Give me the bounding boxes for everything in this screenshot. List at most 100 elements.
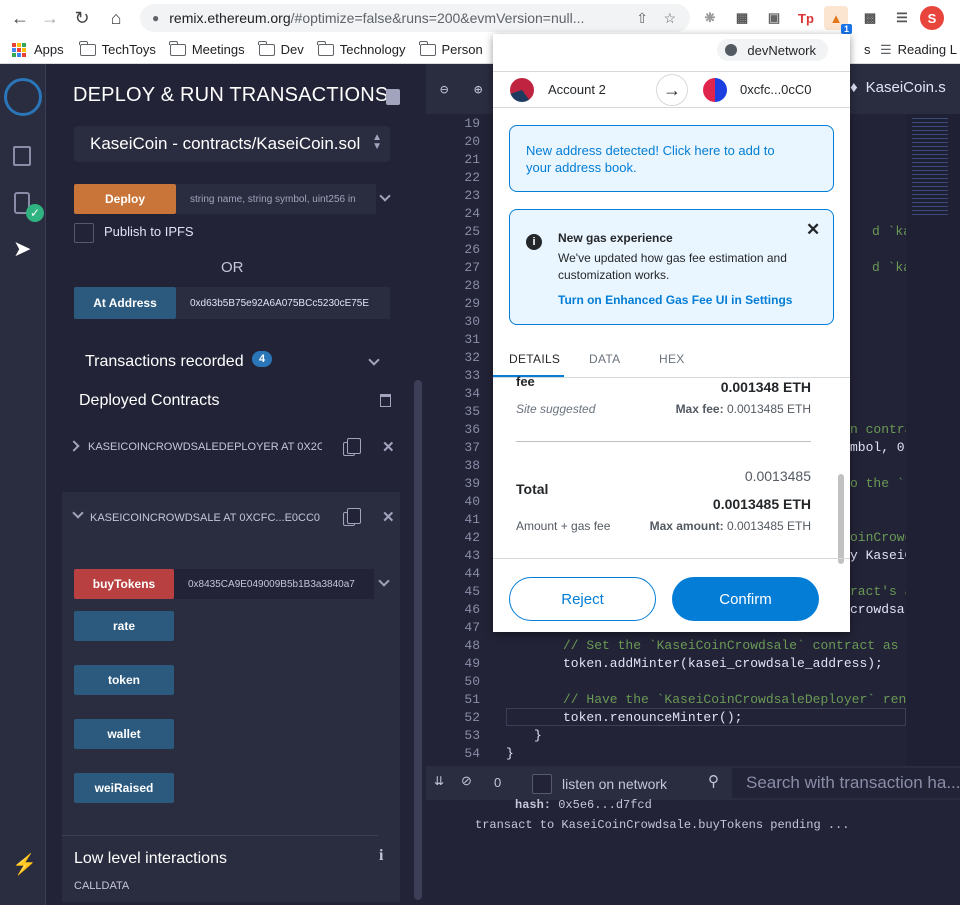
- bookmark-meetings[interactable]: Meetings: [169, 40, 245, 57]
- rate-button[interactable]: rate: [74, 611, 174, 641]
- token-button[interactable]: token: [74, 665, 174, 695]
- chevron-right-icon[interactable]: [68, 440, 80, 452]
- search-icon: ⚲: [708, 773, 719, 790]
- close-icon[interactable]: ✕: [806, 220, 820, 240]
- metamask-fox-icon[interactable]: ▲ 1: [824, 6, 852, 34]
- line-number: 20: [464, 134, 480, 149]
- profile-avatar[interactable]: S: [920, 6, 944, 30]
- sidebar-scrollbar[interactable]: [414, 380, 422, 900]
- tab-details[interactable]: DETAILS: [509, 352, 560, 366]
- url-host: remix.ethereum.org: [169, 10, 291, 26]
- account-transfer-row: Account 2 → 0xcfc...0cC0: [493, 71, 850, 108]
- max-fee-row: Max fee: 0.0013485 ETH: [675, 402, 811, 416]
- line-number: 28: [464, 278, 480, 293]
- line-number: 36: [464, 422, 480, 437]
- info-icon[interactable]: i: [379, 847, 383, 865]
- minimap-content: [912, 118, 948, 218]
- details-scrollbar[interactable]: [838, 474, 844, 564]
- extension-icon-3[interactable]: ▣: [762, 6, 786, 30]
- network-selector[interactable]: devNetwork: [717, 39, 828, 61]
- buytokens-button[interactable]: buyTokens: [74, 569, 174, 599]
- at-address-input[interactable]: 0xd63b5B75e92A6A075BCc5230cE75E: [176, 287, 390, 319]
- plugin-manager-icon[interactable]: ⚡: [12, 852, 37, 877]
- remix-icon-bar: ✓ ➤ ⚡: [0, 64, 46, 905]
- zoom-out-icon[interactable]: ⊖: [440, 82, 448, 99]
- chevron-down-icon[interactable]: [379, 190, 391, 202]
- gas-notice-body: We've updated how gas fee estimation and…: [558, 251, 787, 282]
- line-number: 38: [464, 458, 480, 473]
- home-icon[interactable]: ⌂: [102, 4, 130, 32]
- weiraised-button[interactable]: weiRaised: [74, 773, 174, 803]
- from-account-name[interactable]: Account 2: [548, 82, 606, 97]
- copy-icon[interactable]: [343, 438, 361, 456]
- chevron-down-icon[interactable]: [368, 354, 380, 366]
- file-explorer-icon[interactable]: [13, 146, 31, 166]
- to-address[interactable]: 0xcfc...0cC0: [740, 82, 812, 97]
- docs-icon[interactable]: [386, 89, 400, 105]
- line-number: 34: [464, 386, 480, 401]
- back-icon[interactable]: ←: [6, 4, 34, 32]
- line-number: 32: [464, 350, 480, 365]
- clear-console-icon[interactable]: ⊘: [461, 773, 472, 789]
- deploy-run-icon[interactable]: ➤: [13, 236, 31, 262]
- confirm-button[interactable]: Confirm: [672, 577, 819, 621]
- bookmark-technology[interactable]: Technology: [317, 40, 406, 57]
- line-number: 39: [464, 476, 480, 491]
- line-number: 46: [464, 602, 480, 617]
- deploy-params-input[interactable]: string name, string symbol, uint256 in: [176, 184, 376, 214]
- listen-network-checkbox[interactable]: [532, 774, 552, 794]
- reload-icon[interactable]: ↻: [68, 4, 96, 32]
- pending-message: transact to KaseiCoinCrowdsale.buyTokens…: [475, 818, 850, 832]
- chevron-down-icon[interactable]: [72, 507, 84, 519]
- editor-tab[interactable]: ♦ KaseiCoin.s: [850, 79, 946, 96]
- code-fragment: mbol, 0): [850, 440, 913, 455]
- close-icon[interactable]: ✕: [382, 438, 395, 456]
- media-icon[interactable]: ☰: [890, 6, 914, 30]
- fee-label: fee: [516, 374, 535, 389]
- trash-icon[interactable]: [380, 394, 391, 407]
- deployed-contract-deployer[interactable]: KASEICOINCROWDSALEDEPLOYER AT 0X2CF: [88, 441, 322, 453]
- folder-icon: [317, 40, 334, 56]
- bookmark-partial[interactable]: s: [864, 42, 871, 57]
- reject-button[interactable]: Reject: [509, 577, 656, 621]
- at-address-button[interactable]: At Address: [74, 287, 176, 319]
- deploy-button[interactable]: Deploy: [74, 184, 176, 214]
- code-line-54: }: [506, 746, 514, 761]
- bookmark-techtoys[interactable]: TechToys: [79, 40, 156, 57]
- tab-data[interactable]: DATA: [589, 352, 620, 366]
- tx-tabs: DETAILS DATA HEX: [493, 344, 850, 378]
- star-icon[interactable]: ☆: [663, 10, 676, 27]
- bookmark-apps[interactable]: Apps: [12, 42, 64, 57]
- bookmark-reading-list[interactable]: ☰ Reading L: [880, 42, 957, 58]
- address-bar[interactable]: ● remix.ethereum.org/#optimize=false&run…: [140, 4, 690, 32]
- extension-tp-icon[interactable]: Tp: [794, 6, 818, 30]
- line-number: 21: [464, 152, 480, 167]
- contract-select[interactable]: KaseiCoin - contracts/KaseiCoin.sol ▲ ▼: [74, 126, 390, 162]
- puzzle-icon[interactable]: ▩: [858, 6, 882, 30]
- extension-icon-2[interactable]: ▦: [730, 6, 754, 30]
- wallet-button[interactable]: wallet: [74, 719, 174, 749]
- tab-hex[interactable]: HEX: [659, 352, 685, 366]
- close-icon[interactable]: ✕: [382, 508, 395, 526]
- line-number: 22: [464, 170, 480, 185]
- collapse-terminal-icon[interactable]: ⇊: [434, 774, 444, 788]
- calldata-label: CALLDATA: [74, 880, 130, 892]
- publish-ipfs-checkbox[interactable]: [74, 223, 94, 243]
- bookmark-dev[interactable]: Dev: [258, 40, 304, 57]
- transaction-search-input[interactable]: Search with transaction ha...: [732, 768, 960, 798]
- share-icon[interactable]: ⇧: [636, 10, 648, 27]
- crowdsale-contract-label[interactable]: KASEICOINCROWDSALE AT 0XCFC...E0CC0 (: [90, 512, 322, 524]
- editor-minimap[interactable]: [906, 114, 960, 766]
- chevron-down-icon[interactable]: [378, 575, 390, 587]
- zoom-in-icon[interactable]: ⊕: [474, 82, 482, 99]
- enhanced-gas-link[interactable]: Turn on Enhanced Gas Fee UI in Settings: [558, 293, 792, 307]
- line-number: 37: [464, 440, 480, 455]
- copy-icon[interactable]: [343, 508, 361, 526]
- remix-logo-icon[interactable]: [4, 78, 42, 116]
- new-address-notice[interactable]: New address detected! Click here to add …: [509, 125, 834, 192]
- bookmark-personal[interactable]: Person: [419, 40, 483, 57]
- buytokens-input[interactable]: 0x8435CA9E049009B5b1B3a3840a7: [174, 569, 374, 599]
- divider: [493, 558, 850, 559]
- extension-icon-1[interactable]: ❋: [698, 6, 722, 30]
- forward-icon[interactable]: →: [36, 4, 64, 32]
